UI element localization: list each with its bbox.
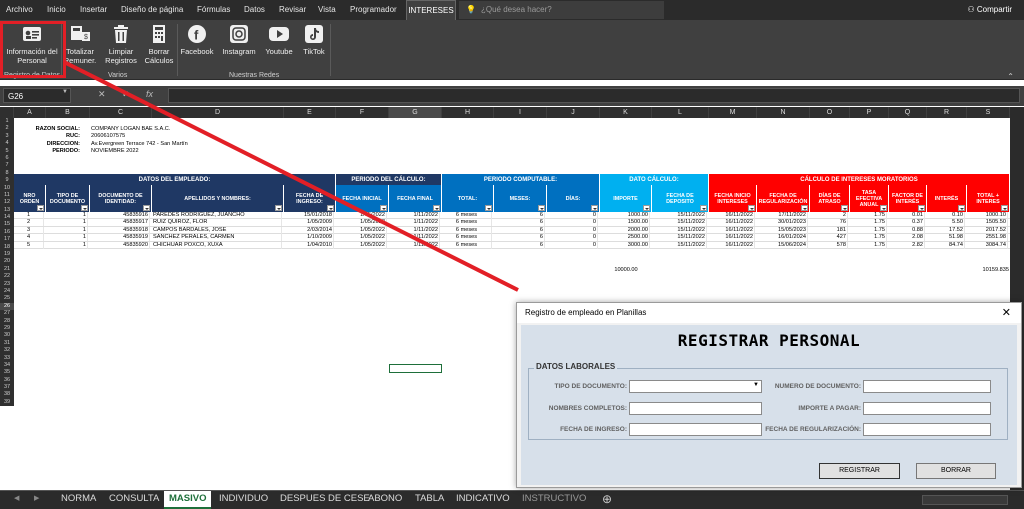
chevron-down-icon: ▼ [753,382,759,388]
borrar-button[interactable]: BORRAR [916,463,996,479]
close-icon[interactable]: ✕ [1002,303,1011,323]
sheet-tab-despues-cese[interactable]: DESPUES DE CESE [275,491,375,509]
dialog-body: REGISTRAR PERSONAL DATOS LABORALES TIPO … [521,325,1017,485]
fecha-regularizacion-input[interactable] [863,423,991,436]
importe-pagar-label: IMPORTE A PAGAR: [798,405,861,412]
dialog-heading: REGISTRAR PERSONAL [677,331,861,350]
registro-dialog: Registro de empleado en Planillas ✕ REGI… [516,302,1022,488]
dialog-titlebar: Registro de empleado en Planillas ✕ [517,303,1021,323]
sheet-tab-tabla[interactable]: TABLA [410,491,449,509]
sheet-tab-abono[interactable]: ABONO [363,491,407,509]
add-sheet-icon[interactable]: ⊕ [602,492,612,506]
sheet-tab-instructivo[interactable]: INSTRUCTIVO [517,491,591,509]
numero-documento-label: NUMERO DE DOCUMENTO: [774,383,861,390]
next-sheet-icon[interactable]: ▶ [34,494,39,502]
sheet-tab-consulta[interactable]: CONSULTA [104,491,164,509]
tipo-documento-label: TIPO DE DOCUMENTO: [554,383,627,390]
numero-documento-input[interactable] [863,380,991,393]
prev-sheet-icon[interactable]: ◀ [14,494,19,502]
sheet-tab-bar: ◀ ▶ NORMA CONSULTA MASIVO INDIVIDUO DESP… [0,490,1024,509]
section-title: DATOS LABORALES [534,362,618,371]
sheet-tab-masivo[interactable]: MASIVO [164,491,212,509]
fecha-ingreso-input[interactable] [629,423,762,436]
sheet-tab-norma[interactable]: NORMA [56,491,101,509]
dialog-title: Registro de empleado en Planillas [525,308,647,317]
registrar-button[interactable]: REGISTRAR [819,463,900,479]
tipo-documento-select[interactable]: ▼ [629,380,762,393]
sheet-tab-indicativo[interactable]: INDICATIVO [451,491,515,509]
horizontal-scrollbar[interactable] [922,495,1008,505]
sheet-tab-individuo[interactable]: INDIVIDUO [214,491,273,509]
nombres-completos-input[interactable] [629,402,762,415]
nombres-completos-label: NOMBRES COMPLETOS: [548,405,627,412]
importe-pagar-input[interactable] [863,402,991,415]
fecha-ingreso-label: FECHA DE INGRESO: [560,426,627,433]
fecha-regularizacion-label: FECHA DE REGULARIZACIÓN: [765,426,861,433]
